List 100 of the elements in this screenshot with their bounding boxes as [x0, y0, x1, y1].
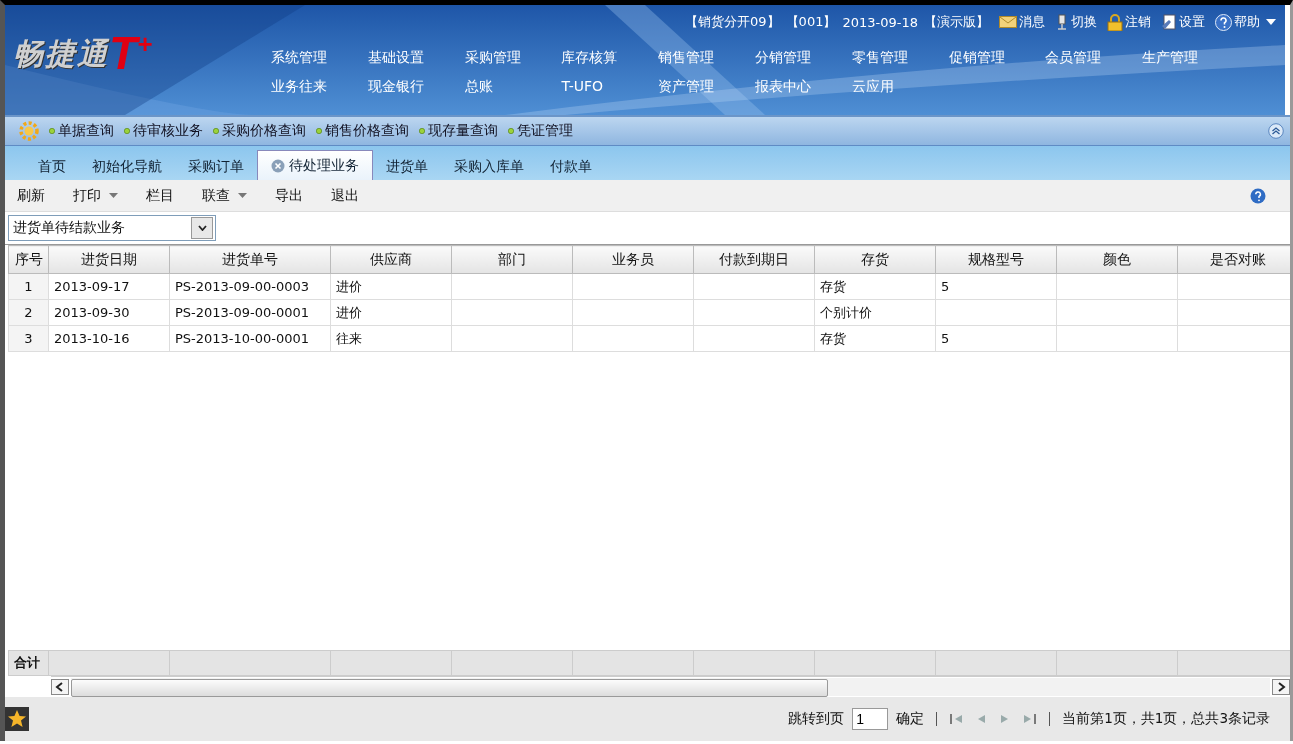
table-cell: 2013-09-30: [48, 299, 170, 326]
quick-link[interactable]: 销售价格查询: [316, 122, 409, 140]
dot-icon: [508, 128, 514, 134]
confirm-link[interactable]: 确定: [896, 710, 925, 728]
header-link[interactable]: 消息: [999, 13, 1045, 31]
menu-item[interactable]: 现金银行: [367, 78, 465, 96]
column-header[interactable]: 存货: [814, 245, 936, 274]
page-input[interactable]: 1: [852, 708, 889, 730]
table-cell: PS-2013-09-00-0001: [169, 299, 331, 326]
column-header[interactable]: 进货单号: [169, 245, 331, 274]
total-label: 合计: [8, 650, 49, 676]
table-cell: 个别计价: [814, 299, 936, 326]
dot-icon: [124, 128, 130, 134]
toolbar-button[interactable]: 联查: [202, 186, 247, 205]
table-cell: PS-2013-09-00-0003: [169, 273, 331, 300]
table-cell: 存货: [814, 273, 936, 300]
caret-icon: [1266, 19, 1276, 25]
toolbar-button[interactable]: 打印: [73, 186, 118, 205]
logo-mark: T$^{+}$: [109, 26, 153, 75]
tab[interactable]: 进货单: [373, 154, 441, 180]
toolbar-button[interactable]: 刷新: [17, 186, 45, 205]
close-icon: [271, 158, 285, 173]
filter-dropdown[interactable]: 进货单待结款业务: [8, 215, 216, 241]
menu-item[interactable]: 总账: [464, 78, 562, 96]
column-header[interactable]: 是否对账: [1177, 245, 1290, 274]
quick-link[interactable]: 单据查询: [49, 122, 114, 140]
dot-icon: [316, 128, 322, 134]
jump-label: 跳转到页: [788, 710, 845, 728]
logo-text: 畅捷通: [13, 35, 109, 73]
collapse-icon: [1268, 123, 1284, 139]
menu-item[interactable]: 基础设置: [367, 48, 465, 67]
column-header[interactable]: 进货日期: [48, 245, 170, 274]
column-header[interactable]: 颜色: [1056, 245, 1178, 274]
menu-item[interactable]: 系统管理: [271, 48, 368, 67]
menu-item[interactable]: 资产管理: [658, 78, 755, 96]
menu-item[interactable]: 库存核算: [561, 48, 659, 67]
plug-icon: [1055, 14, 1069, 30]
page-summary: 当前第1页，共1页，总共3条记录: [1062, 710, 1270, 728]
quick-link[interactable]: 凭证管理: [508, 122, 573, 140]
chevron-down-icon: [197, 225, 207, 231]
header-info: 【销货分开09】: [685, 13, 780, 31]
dot-icon: [49, 128, 55, 134]
toolbar-button[interactable]: 退出: [331, 186, 359, 205]
scroll-left-icon: [51, 679, 69, 695]
table-cell: 存货: [814, 325, 936, 352]
menu-item[interactable]: 分销管理: [755, 48, 852, 67]
scroll-thumb[interactable]: [71, 679, 829, 697]
column-header[interactable]: 业务员: [572, 245, 694, 274]
toolbar-button[interactable]: 栏目: [146, 186, 174, 205]
help-icon: [1215, 13, 1232, 31]
caret-icon: [238, 193, 247, 198]
header-info: 【001】: [785, 13, 837, 31]
header-link[interactable]: 帮助: [1215, 13, 1260, 31]
document-icon: [1161, 13, 1177, 31]
gear-icon: [19, 121, 39, 141]
menu-item[interactable]: 会员管理: [1045, 48, 1143, 67]
table-cell: PS-2013-10-00-0001: [169, 325, 331, 352]
header-link[interactable]: 注销: [1107, 13, 1151, 31]
quick-link[interactable]: 待审核业务: [124, 122, 203, 140]
tab[interactable]: 初始化导航: [79, 154, 175, 180]
horizontal-scrollbar[interactable]: [51, 676, 1290, 697]
column-header[interactable]: 付款到期日: [693, 245, 815, 274]
header-link[interactable]: 切换: [1055, 13, 1097, 31]
column-header[interactable]: 规格型号: [935, 245, 1057, 274]
menu-item[interactable]: 业务往来: [271, 78, 368, 96]
tab[interactable]: 付款单: [537, 154, 605, 180]
toolbar-button[interactable]: 导出: [275, 186, 303, 205]
dot-icon: [213, 128, 219, 134]
quick-link[interactable]: 现存量查询: [419, 122, 498, 140]
caret-icon: [109, 193, 118, 198]
table-cell: 1: [8, 273, 49, 300]
menu-item[interactable]: T-UFO: [561, 78, 659, 94]
table-cell: 5: [935, 273, 1057, 300]
table-cell: 进价: [330, 273, 452, 300]
column-header[interactable]: 部门: [451, 245, 573, 274]
table-cell: 3: [8, 325, 49, 352]
menu-item[interactable]: 零售管理: [851, 48, 949, 67]
last-page-icon: [1021, 712, 1038, 726]
envelope-icon: [999, 15, 1017, 29]
header-info: 【演示版】: [924, 13, 989, 31]
column-header[interactable]: 序号: [8, 245, 49, 274]
table-cell: 2: [8, 299, 49, 326]
tab[interactable]: 采购订单: [175, 154, 257, 180]
menu-item[interactable]: 促销管理: [948, 48, 1046, 67]
tab[interactable]: 首页: [25, 154, 79, 180]
column-header[interactable]: 供应商: [330, 245, 452, 274]
lock-icon: [1107, 13, 1123, 31]
tab[interactable]: 待处理业务: [257, 150, 373, 180]
table-cell: 5: [935, 325, 1057, 352]
header-info: 2013-09-18: [842, 14, 918, 30]
header-link[interactable]: 设置: [1161, 13, 1205, 31]
table-cell: 进价: [330, 299, 452, 326]
help-icon: [1250, 187, 1266, 204]
menu-item[interactable]: 采购管理: [464, 48, 562, 67]
table-cell: 2013-10-16: [48, 325, 170, 352]
quick-link[interactable]: 采购价格查询: [213, 122, 306, 140]
table-cell: 2013-09-17: [48, 273, 170, 300]
tab[interactable]: 采购入库单: [441, 154, 537, 180]
scroll-right-icon: [1272, 679, 1290, 695]
dot-icon: [419, 128, 425, 134]
